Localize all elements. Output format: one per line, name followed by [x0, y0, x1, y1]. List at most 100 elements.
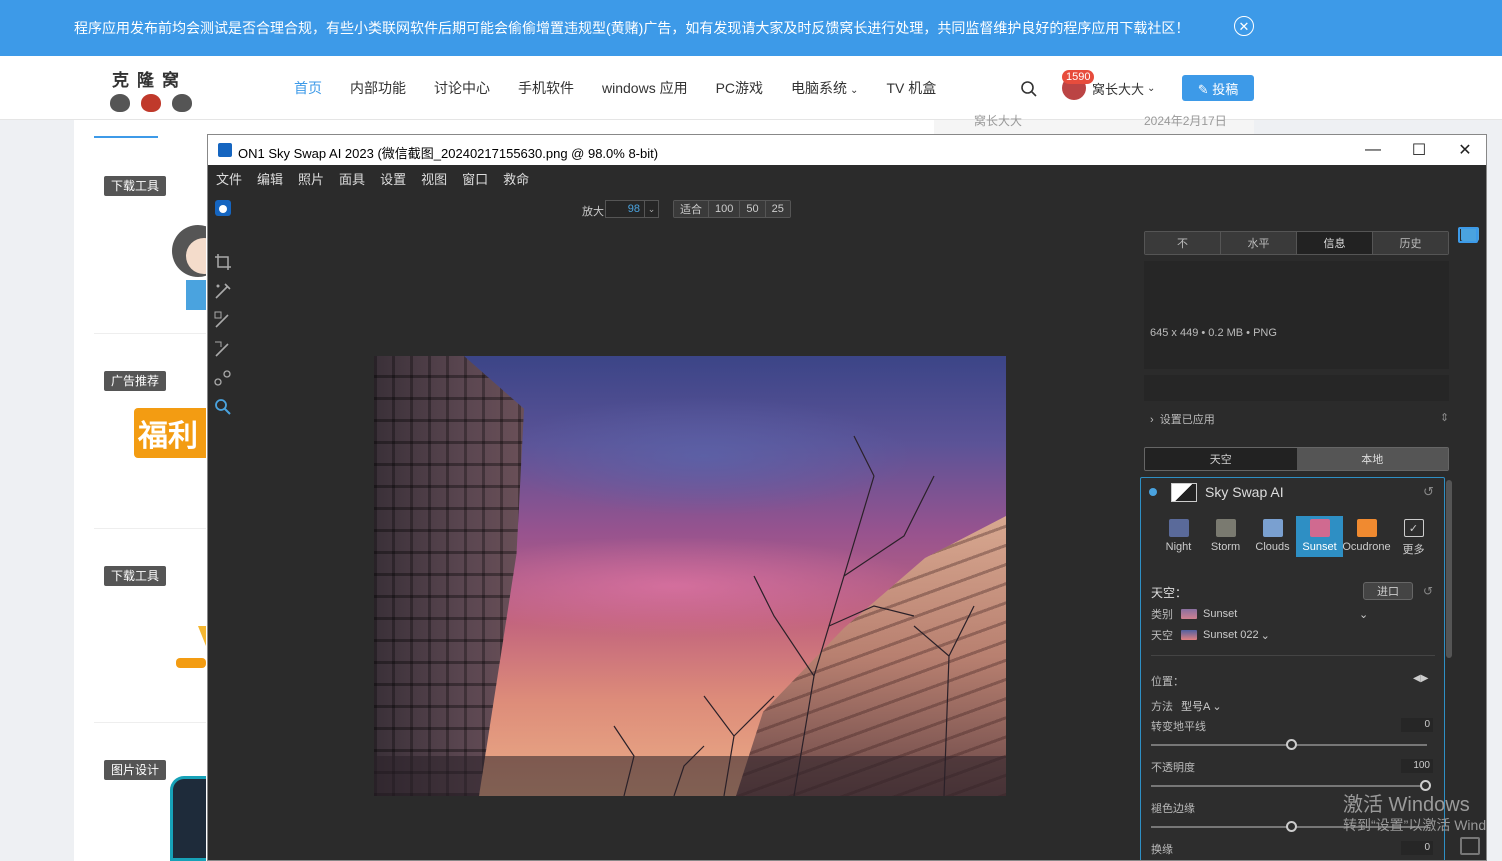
preset-clouds[interactable]: Clouds: [1249, 516, 1296, 557]
menu-photo[interactable]: 照片: [298, 169, 324, 188]
menu-settings[interactable]: 设置: [380, 169, 406, 188]
category-tag[interactable]: 下载工具: [104, 176, 167, 196]
category-tag[interactable]: 下载工具: [104, 566, 167, 586]
preset-sunset[interactable]: Sunset: [1296, 516, 1343, 557]
zoom-tool-icon[interactable]: [212, 396, 234, 418]
menu-mask[interactable]: 面具: [339, 169, 365, 188]
method-row: 方法 型号A ⌄: [1151, 698, 1222, 714]
nav-item-tvbox[interactable]: TV 机盒: [886, 78, 936, 98]
tab-info[interactable]: 信息: [1297, 232, 1373, 254]
image-icon[interactable]: [1458, 227, 1478, 243]
close-icon[interactable]: ✕: [1234, 16, 1254, 36]
mask-brush-icon[interactable]: [212, 309, 234, 331]
preset-ocudrone[interactable]: Ocudrone: [1342, 516, 1391, 557]
menu-help[interactable]: 救命: [503, 169, 529, 188]
method-label: 方法: [1151, 701, 1173, 713]
window-titlebar: ON1 Sky Swap AI 2023 (微信截图_2024021715563…: [208, 135, 1486, 165]
post-button[interactable]: ✎ 投稿: [1182, 75, 1254, 101]
site-logo[interactable]: 克隆窝: [108, 64, 198, 116]
empty-bar: [1144, 375, 1449, 401]
opacity-label: 不透明度: [1151, 762, 1195, 774]
horizon-slider[interactable]: [1151, 739, 1427, 750]
print-icon[interactable]: [1460, 837, 1480, 855]
nav-item-mobile[interactable]: 手机软件: [518, 78, 574, 98]
slider-knob[interactable]: [1286, 739, 1297, 750]
chevron-down-icon: ⌄: [1147, 82, 1156, 94]
nav-item-windows[interactable]: windows 应用: [602, 78, 688, 98]
tab-local[interactable]: 本地: [1296, 448, 1448, 470]
panel-tabs: 不 水平 信息 历史: [1144, 231, 1449, 255]
position-label: 位置：: [1151, 676, 1184, 688]
nav-item-pcgames[interactable]: PC游戏: [716, 78, 763, 98]
zoom-input[interactable]: 98 ⌄: [605, 200, 659, 218]
swap-edge-label: 换缘: [1151, 844, 1173, 856]
category-value[interactable]: Sunset: [1203, 608, 1237, 620]
chevron-down-icon[interactable]: ⌄: [1212, 700, 1221, 713]
preset-label: Clouds: [1255, 541, 1290, 553]
menu-edit[interactable]: 编辑: [257, 169, 283, 188]
preset-label: Night: [1165, 541, 1192, 553]
zoom-50-button[interactable]: 50: [740, 201, 766, 217]
reset-icon[interactable]: ↺: [1423, 484, 1434, 500]
retouch-icon[interactable]: [212, 367, 234, 389]
tab-level[interactable]: 水平: [1221, 232, 1297, 254]
search-icon[interactable]: [1020, 80, 1038, 98]
anime-thumbnail[interactable]: [166, 176, 224, 316]
download-thumbnail[interactable]: [176, 576, 206, 672]
window-title: ON1 Sky Swap AI 2023 (微信截图_2024021715563…: [238, 146, 659, 161]
brush-icon[interactable]: [212, 280, 234, 302]
opacity-input[interactable]: 100: [1401, 759, 1433, 773]
preset-label: Ocudrone: [1342, 541, 1391, 553]
menu-file[interactable]: 文件: [216, 169, 242, 188]
swap-edge-input[interactable]: 0: [1401, 841, 1433, 855]
zoom-100-button[interactable]: 100: [709, 201, 741, 217]
preset-storm[interactable]: Storm: [1202, 516, 1249, 557]
design-thumbnail[interactable]: [170, 776, 206, 861]
reset-icon[interactable]: ↺: [1423, 584, 1433, 598]
sky-value[interactable]: Sunset 022: [1203, 629, 1259, 641]
nav-item-home[interactable]: 首页: [294, 78, 322, 98]
slider-knob[interactable]: [1286, 821, 1297, 832]
chevron-down-icon[interactable]: ⌄: [644, 201, 658, 217]
menu-view[interactable]: 视图: [421, 169, 447, 188]
preset-night[interactable]: Night: [1155, 516, 1202, 557]
arrows-icon[interactable]: ◀▶: [1413, 673, 1428, 684]
expand-arrows-icon[interactable]: ⇕: [1440, 411, 1449, 424]
close-icon[interactable]: ✕: [1442, 135, 1486, 165]
sky-row: 天空 Sunset 022 ⌄: [1151, 627, 1270, 643]
tab-sky[interactable]: 天空: [1145, 448, 1297, 470]
zoom-buttons: 适合 100 50 25: [673, 200, 791, 218]
ad-banner[interactable]: 福利: [134, 408, 206, 458]
photo-canvas[interactable]: [374, 356, 1006, 796]
settings-applied-row[interactable]: › 设置已应用 ⇕: [1150, 411, 1449, 427]
horizon-input[interactable]: 0: [1401, 718, 1433, 732]
logo-bug-icon: [172, 94, 192, 112]
night-thumbnail: [1168, 519, 1189, 537]
maximize-icon[interactable]: ☐: [1396, 135, 1442, 165]
nav-item-systems[interactable]: 电脑系统 ⌄: [791, 78, 858, 98]
menu-window[interactable]: 窗口: [462, 169, 488, 188]
menu-bar: 文件 编辑 照片 面具 设置 视图 窗口 救命: [208, 165, 1486, 191]
module-toggle[interactable]: [1149, 488, 1157, 496]
zoom-25-button[interactable]: 25: [765, 201, 790, 217]
method-value[interactable]: 型号A: [1181, 698, 1210, 714]
nav-item-discussion[interactable]: 讨论中心: [434, 78, 490, 98]
nav-item-internal[interactable]: 内部功能: [350, 78, 406, 98]
minimize-icon[interactable]: —: [1350, 135, 1396, 165]
storm-thumbnail: [1215, 519, 1236, 537]
import-button[interactable]: 进口: [1363, 582, 1413, 600]
sky-swap-icon[interactable]: [212, 197, 234, 219]
category-tag[interactable]: 广告推荐: [104, 371, 167, 391]
chevron-down-icon[interactable]: ⌄: [1359, 608, 1368, 621]
panel-scrollbar[interactable]: [1446, 480, 1452, 658]
refine-brush-icon[interactable]: [212, 338, 234, 360]
preset-more[interactable]: ✓ 更多: [1390, 516, 1437, 557]
tab-history[interactable]: 历史: [1373, 232, 1448, 254]
opacity-slider[interactable]: [1151, 780, 1431, 791]
chevron-down-icon[interactable]: ⌄: [1261, 629, 1270, 642]
behind-date: 2024年2月17日: [1144, 114, 1227, 128]
crop-icon[interactable]: [212, 251, 234, 273]
category-tag[interactable]: 图片设计: [104, 760, 167, 780]
tab-none[interactable]: 不: [1145, 232, 1221, 254]
zoom-fit-button[interactable]: 适合: [674, 201, 709, 217]
